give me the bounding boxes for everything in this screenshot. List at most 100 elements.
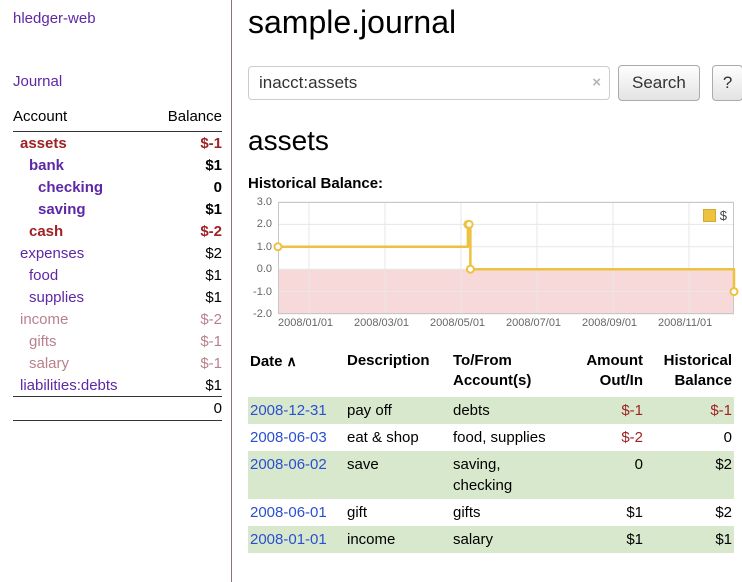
- account-link-checking[interactable]: checking: [38, 179, 103, 196]
- accounts-header-account: Account: [13, 104, 151, 132]
- register-row: 2008-01-01 income salary $1 $1: [248, 526, 734, 553]
- account-row: checking 0: [13, 176, 222, 198]
- transaction-balance: 0: [645, 424, 734, 451]
- transaction-balance: $2: [645, 499, 734, 526]
- x-axis-tick-label: 2008/09/01: [582, 317, 637, 329]
- chart-y-axis: 3.02.01.00.0-1.0-2.0: [248, 202, 274, 314]
- account-link-expenses[interactable]: expenses: [20, 245, 84, 262]
- chart-x-axis: 2008/01/012008/03/012008/05/012008/07/01…: [278, 317, 742, 333]
- main-content: sample.journal × Search ? assets Histori…: [232, 0, 742, 582]
- search-input[interactable]: [248, 66, 610, 100]
- account-balance: $1: [151, 154, 222, 176]
- account-row: income $-2: [13, 308, 222, 330]
- account-balance: $2: [151, 242, 222, 264]
- transaction-balance: $1: [645, 526, 734, 553]
- search-button[interactable]: Search: [618, 65, 700, 101]
- transaction-date-link[interactable]: 2008-01-01: [250, 531, 327, 548]
- transaction-amount: $1: [553, 526, 645, 553]
- register-header-description: Description: [345, 349, 451, 397]
- date-header-label: Date: [250, 353, 283, 370]
- account-balance: $-1: [151, 132, 222, 155]
- y-axis-tick-label: 0.0: [242, 263, 272, 275]
- account-link-saving[interactable]: saving: [38, 201, 86, 218]
- transaction-accounts: debts: [451, 397, 553, 424]
- transaction-date-link[interactable]: 2008-06-02: [250, 456, 327, 473]
- transaction-accounts: gifts: [451, 499, 553, 526]
- transaction-accounts: saving, checking: [451, 451, 553, 499]
- transaction-amount: $-2: [553, 424, 645, 451]
- legend-swatch-icon: [703, 209, 716, 222]
- y-axis-tick-label: 2.0: [242, 218, 272, 230]
- y-axis-tick-label: -2.0: [242, 308, 272, 320]
- account-link-supplies[interactable]: supplies: [29, 289, 84, 306]
- transaction-amount: 0: [553, 451, 645, 499]
- account-link-salary[interactable]: salary: [29, 355, 69, 372]
- nav-journal-link[interactable]: Journal: [13, 73, 222, 90]
- transaction-amount: $1: [553, 499, 645, 526]
- account-link-assets[interactable]: assets: [20, 135, 67, 152]
- register-header-date[interactable]: Date∧: [248, 349, 345, 397]
- historical-balance-chart: 3.02.01.00.0-1.0-2.0 $ 2008/01/012008/03…: [248, 202, 742, 333]
- transaction-description: pay off: [345, 397, 451, 424]
- sidebar: hledger-web Journal Account Balance asse…: [0, 0, 232, 582]
- account-row: assets $-1: [13, 132, 222, 155]
- account-row: bank $1: [13, 154, 222, 176]
- accounts-header-balance: Balance: [151, 104, 222, 132]
- transaction-accounts: salary: [451, 526, 553, 553]
- account-link-food[interactable]: food: [29, 267, 58, 284]
- account-balance: $1: [151, 198, 222, 220]
- x-axis-tick-label: 2008/07/01: [506, 317, 561, 329]
- transaction-balance: $2: [645, 451, 734, 499]
- register-row: 2008-06-03 eat & shop food, supplies $-2…: [248, 424, 734, 451]
- account-link-income[interactable]: income: [20, 311, 68, 328]
- hledger-web-app: hledger-web Journal Account Balance asse…: [0, 0, 742, 582]
- account-row: cash $-2: [13, 220, 222, 242]
- account-balance: 0: [151, 176, 222, 198]
- sort-ascending-icon: ∧: [287, 353, 297, 369]
- register-row: 2008-06-01 gift gifts $1 $2: [248, 499, 734, 526]
- y-axis-tick-label: 1.0: [242, 241, 272, 253]
- clear-search-icon[interactable]: ×: [592, 74, 601, 91]
- register-row: 2008-12-31 pay off debts $-1 $-1: [248, 397, 734, 424]
- chart-legend: $: [700, 207, 730, 224]
- chart-plot: $: [278, 202, 734, 314]
- account-link-cash[interactable]: cash: [29, 223, 63, 240]
- transaction-amount: $-1: [553, 397, 645, 424]
- transaction-date-link[interactable]: 2008-06-03: [250, 429, 327, 446]
- register-table: Date∧ Description To/From Account(s) Amo…: [248, 349, 734, 553]
- account-row: food $1: [13, 264, 222, 286]
- account-heading: assets: [248, 125, 742, 157]
- account-row: salary $-1: [13, 352, 222, 374]
- account-link-gifts[interactable]: gifts: [29, 333, 57, 350]
- transaction-balance: $-1: [645, 397, 734, 424]
- account-link-bank[interactable]: bank: [29, 157, 64, 174]
- transaction-description: save: [345, 451, 451, 499]
- account-row: expenses $2: [13, 242, 222, 264]
- transaction-date-link[interactable]: 2008-06-01: [250, 504, 327, 521]
- search-form: × Search ?: [248, 65, 742, 101]
- accounts-total-balance: 0: [151, 397, 222, 421]
- x-axis-tick-label: 2008/11/01: [658, 317, 712, 329]
- register-header-balance: Historical Balance: [645, 349, 734, 397]
- transaction-description: income: [345, 526, 451, 553]
- accounts-total-row: 0: [13, 397, 222, 421]
- account-row: supplies $1: [13, 286, 222, 308]
- help-button[interactable]: ?: [712, 65, 742, 101]
- transaction-accounts: food, supplies: [451, 424, 553, 451]
- accounts-header-row: Account Balance: [13, 104, 222, 132]
- chart-title: Historical Balance:: [248, 175, 742, 192]
- account-balance: $1: [151, 374, 222, 397]
- account-row: saving $1: [13, 198, 222, 220]
- register-header-row: Date∧ Description To/From Account(s) Amo…: [248, 349, 734, 397]
- brand-link[interactable]: hledger-web: [13, 10, 222, 27]
- account-row: gifts $-1: [13, 330, 222, 352]
- legend-label: $: [720, 208, 727, 223]
- account-balance: $-2: [151, 220, 222, 242]
- x-axis-tick-label: 2008/01/01: [278, 317, 333, 329]
- account-balance: $1: [151, 264, 222, 286]
- y-axis-tick-label: 3.0: [242, 196, 272, 208]
- page-title: sample.journal: [248, 4, 742, 41]
- account-row: liabilities:debts $1: [13, 374, 222, 397]
- account-link-liabilities-debts[interactable]: liabilities:debts: [20, 377, 118, 394]
- transaction-date-link[interactable]: 2008-12-31: [250, 402, 327, 419]
